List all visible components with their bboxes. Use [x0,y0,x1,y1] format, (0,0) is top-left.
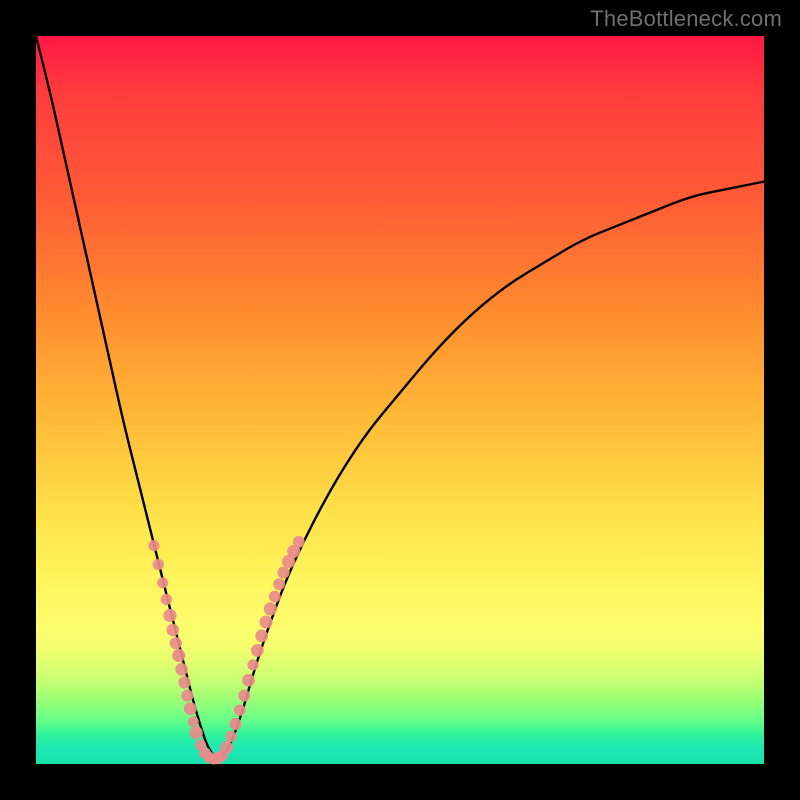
highlight-dot [277,566,289,578]
highlight-dot [234,704,246,716]
chart-overlay-svg [36,36,764,764]
highlight-dot [148,540,159,551]
highlight-dot [264,602,277,615]
highlight-dot [172,649,185,662]
highlight-dot [188,716,199,727]
highlight-dot [167,624,180,637]
watermark-text: TheBottleneck.com [590,6,782,32]
highlight-dot [170,637,182,649]
highlight-dot [242,674,255,687]
highlight-dot [238,690,250,702]
chart-frame: TheBottleneck.com [0,0,800,800]
highlight-dot [190,726,203,739]
highlight-dot [255,629,268,642]
highlight-dot [163,609,176,622]
highlight-dot [225,731,236,742]
highlight-dot [175,663,188,676]
highlight-dot [273,578,285,590]
highlight-dots-left-arm [148,540,224,765]
highlight-dot [161,594,172,605]
highlight-dot [184,702,197,715]
highlight-dot [220,741,233,754]
highlight-dot [251,644,264,657]
highlight-dot [153,559,164,570]
highlight-dot [260,616,273,629]
highlight-dot [157,577,168,588]
highlight-dot [178,676,190,688]
bottleneck-curve-path [36,36,764,757]
bottleneck-curve [36,36,764,757]
highlight-dot [293,536,305,548]
highlight-dot [181,690,193,702]
highlight-dot [247,659,258,670]
highlight-dot [269,591,281,603]
highlight-dot [229,718,241,730]
